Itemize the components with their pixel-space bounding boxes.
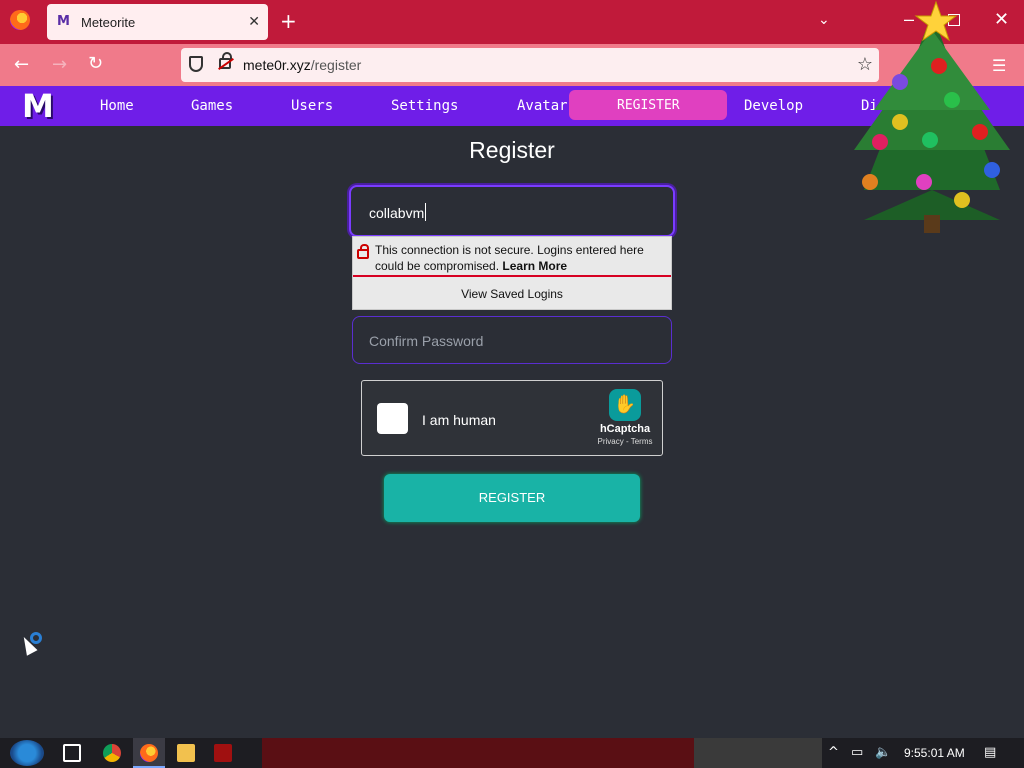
hcaptcha-widget: I am human ✋ hCaptcha Privacy - Terms <box>361 380 663 456</box>
busy-spinner-icon <box>30 632 42 644</box>
reload-icon[interactable]: ↻ <box>88 53 103 74</box>
nav-games[interactable]: Games <box>191 98 233 114</box>
register-pill-label: REGISTER <box>617 98 680 113</box>
new-tab-plus-icon[interactable]: + <box>280 11 297 31</box>
tab-title: Meteorite <box>81 14 136 30</box>
file-explorer-icon[interactable] <box>177 744 195 762</box>
site-logo[interactable]: M <box>22 90 58 122</box>
view-saved-logins-button[interactable]: View Saved Logins <box>353 287 671 301</box>
nav-develop[interactable]: Develop <box>744 98 803 114</box>
taskbar: ^ ▭ 🔈 9:55:01 AM ▤ <box>0 738 1024 768</box>
autofill-popup: This connection is not secure. Logins en… <box>352 236 672 310</box>
warning-text: This connection is not secure. Logins en… <box>375 243 644 273</box>
learn-more-link[interactable]: Learn More <box>502 259 567 273</box>
tab-meteorite[interactable]: M Meteorite ✕ <box>47 4 268 40</box>
firefox-icon[interactable] <box>140 744 158 762</box>
nav-avatar[interactable]: Avatar <box>517 98 568 114</box>
captcha-brand: hCaptcha <box>599 423 651 435</box>
insecure-lock-icon[interactable] <box>219 52 232 69</box>
start-button-icon[interactable] <box>10 740 44 766</box>
insecure-lock-icon <box>357 244 369 259</box>
back-arrow-icon[interactable]: ← <box>14 54 29 75</box>
forward-arrow-icon[interactable]: → <box>52 54 67 75</box>
username-value: collabvm <box>369 205 425 221</box>
christmas-tree-icon <box>854 0 1010 233</box>
firefox-menu-icon[interactable] <box>10 10 30 30</box>
tracking-protection-shield-icon[interactable] <box>189 56 203 72</box>
volume-icon[interactable]: 🔈 <box>875 745 891 760</box>
nav-home[interactable]: Home <box>100 98 134 114</box>
nav-settings[interactable]: Settings <box>391 98 458 114</box>
confirm-password-input[interactable]: Confirm Password <box>352 316 672 364</box>
captcha-label: I am human <box>422 412 496 428</box>
nav-users[interactable]: Users <box>291 98 333 114</box>
taskbar-clock[interactable]: 9:55:01 AM <box>904 746 965 760</box>
address-bar[interactable]: mete0r.xyz/register ☆ <box>181 48 879 82</box>
taskbar-wallpaper-strip-2 <box>694 738 822 768</box>
close-tab-icon[interactable]: ✕ <box>248 13 260 30</box>
insecure-login-warning: This connection is not secure. Logins en… <box>353 237 671 277</box>
taskbar-wallpaper-strip <box>262 738 694 768</box>
task-view-icon[interactable] <box>63 744 81 762</box>
confirm-password-placeholder: Confirm Password <box>369 333 484 349</box>
meteorite-favicon-icon: M <box>57 14 70 29</box>
tray-expand-icon[interactable]: ^ <box>828 745 839 760</box>
notifications-icon[interactable]: ▤ <box>984 745 996 760</box>
chevron-down-icon[interactable]: ⌄ <box>818 12 830 28</box>
flash-player-icon[interactable] <box>214 744 232 762</box>
captcha-checkbox[interactable] <box>377 403 408 434</box>
url-text[interactable]: mete0r.xyz/register <box>243 57 361 73</box>
hcaptcha-logo-icon: ✋ <box>609 389 641 421</box>
network-icon[interactable]: ▭ <box>851 745 863 760</box>
register-button[interactable]: REGISTER <box>384 474 640 522</box>
chrome-icon[interactable] <box>103 744 121 762</box>
text-caret <box>425 203 426 221</box>
captcha-links[interactable]: Privacy - Terms <box>592 437 658 446</box>
username-input[interactable]: collabvm <box>349 185 675 237</box>
